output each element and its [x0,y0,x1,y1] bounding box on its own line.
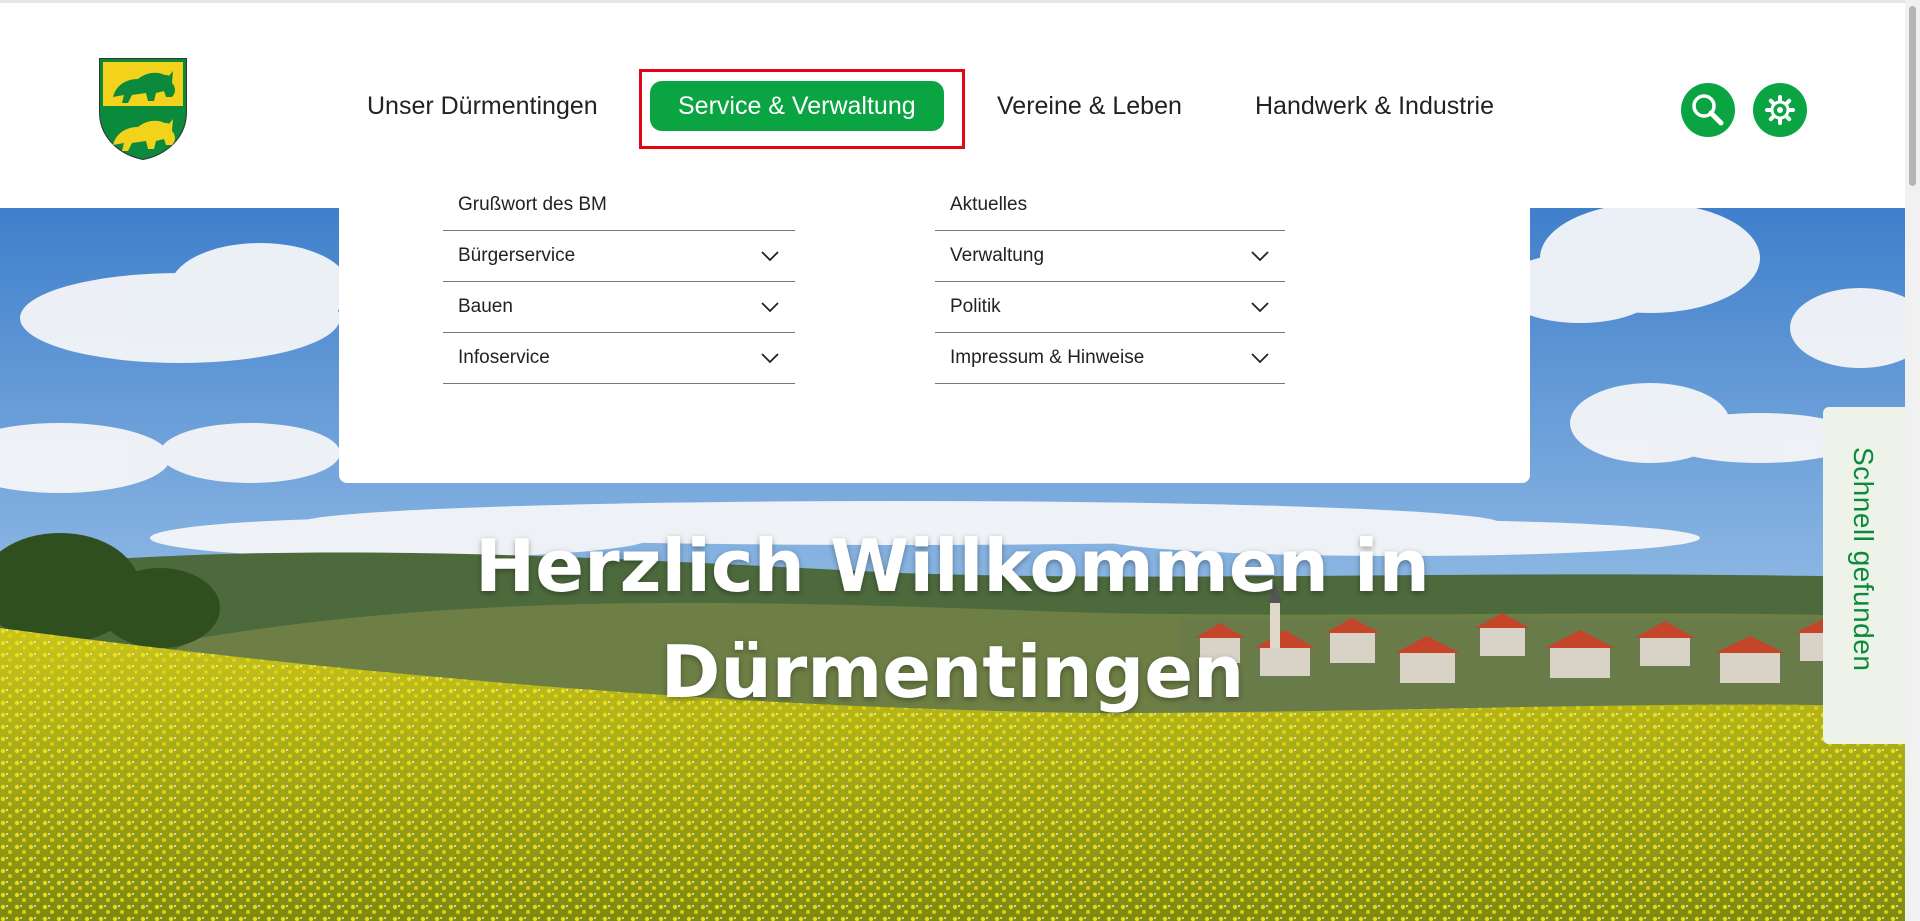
dropdown-right-column: Aktuelles Verwaltung Politik Impressum &… [935,180,1285,384]
menu-item-impressum[interactable]: Impressum & Hinweise [935,333,1285,384]
hero-title: Herzlich Willkommen in Dürmentingen [0,513,1905,725]
chevron-down-icon[interactable] [1249,245,1271,267]
dropdown-left-column: Grußwort des BM Bürgerservice Bauen Info… [443,180,795,384]
page: Herzlich Willkommen in Dürmentingen Unse… [0,0,1920,921]
menu-item-label: Verwaltung [950,245,1045,266]
chevron-down-icon[interactable] [759,245,781,267]
menu-item-label: Aktuelles [950,194,1028,215]
hero-title-line2: Dürmentingen [660,630,1245,714]
nav-item-unser-duermentingen[interactable]: Unser Dürmentingen [367,81,598,131]
scrollbar-thumb[interactable] [1909,6,1916,186]
hero-title-line1: Herzlich Willkommen in [475,524,1430,608]
menu-item-label: Bürgerservice [458,245,576,266]
site-header: Unser Dürmentingen Service & Verwaltung … [0,0,1905,208]
menu-item-label: Bauen [458,296,513,317]
menu-item-grusswort[interactable]: Grußwort des BM [443,180,795,231]
page-scrollbar[interactable] [1905,0,1920,921]
menu-item-aktuelles[interactable]: Aktuelles [935,180,1285,231]
active-nav-highlight [639,69,965,149]
menu-item-label: Politik [950,296,1001,317]
menu-item-verwaltung[interactable]: Verwaltung [935,231,1285,282]
search-button[interactable] [1681,83,1735,137]
service-verwaltung-dropdown: Grußwort des BM Bürgerservice Bauen Info… [339,180,1530,483]
schnell-gefunden-tab[interactable]: Schnell gefunden [1823,407,1905,744]
menu-item-label: Infoservice [458,347,550,368]
menu-item-infoservice[interactable]: Infoservice [443,333,795,384]
menu-item-label: Impressum & Hinweise [950,347,1145,368]
gear-icon [1765,95,1795,125]
chevron-down-icon[interactable] [759,347,781,369]
menu-item-buergerservice[interactable]: Bürgerservice [443,231,795,282]
settings-button[interactable] [1753,83,1807,137]
menu-item-politik[interactable]: Politik [935,282,1285,333]
menu-item-label: Grußwort des BM [458,194,607,215]
menu-item-bauen[interactable]: Bauen [443,282,795,333]
side-tab-label: Schnell gefunden [1848,447,1879,672]
nav-item-vereine-leben[interactable]: Vereine & Leben [997,81,1182,131]
chevron-down-icon[interactable] [1249,296,1271,318]
search-icon [1692,94,1724,126]
nav-item-handwerk-industrie[interactable]: Handwerk & Industrie [1255,81,1494,131]
chevron-down-icon[interactable] [759,296,781,318]
chevron-down-icon[interactable] [1249,347,1271,369]
